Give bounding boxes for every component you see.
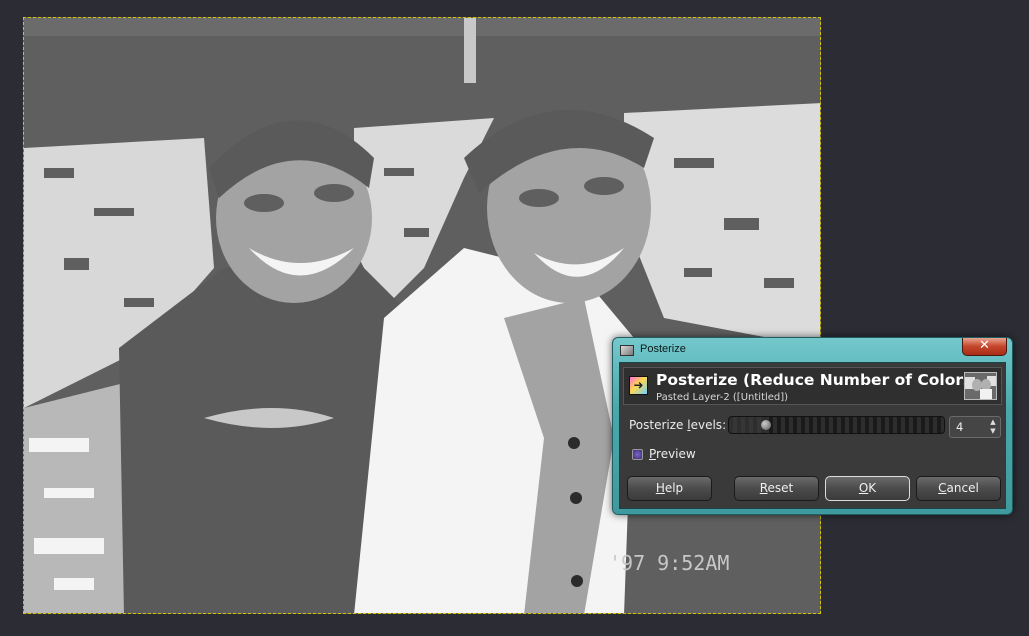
preview-label[interactable]: Preview (649, 447, 696, 461)
slider-handle[interactable] (760, 420, 771, 430)
close-icon: ✕ (979, 338, 990, 353)
spin-up-arrow-icon[interactable]: ▲ (988, 418, 998, 427)
close-button[interactable]: ✕ (962, 338, 1007, 356)
dialog-header: ➜ Posterize (Reduce Number of Colors) Pa… (623, 367, 1002, 405)
reset-button[interactable]: Reset (734, 476, 819, 501)
header-subtitle: Pasted Layer-2 ([Untitled]) (656, 392, 789, 403)
help-button[interactable]: Help (627, 476, 712, 501)
image-layer[interactable]: '97 9:52AM (23, 17, 821, 614)
dialog-title: Posterize (640, 343, 686, 355)
posterize-levels-label: Posterize levels: (629, 418, 727, 432)
posterize-levels-spinbox[interactable]: 4 ▲ ▼ (949, 416, 1001, 438)
dialog-titlebar[interactable]: Posterize ✕ (613, 338, 1012, 362)
posterized-photo: '97 9:52AM (24, 18, 820, 613)
posterize-dialog[interactable]: Posterize ✕ ➜ Posterize (Reduce Number o… (612, 337, 1013, 515)
gimp-window-icon (620, 345, 634, 356)
preview-checkbox[interactable] (632, 449, 643, 460)
ok-button[interactable]: OK (825, 476, 910, 501)
levels-value[interactable]: 4 (956, 420, 963, 434)
spin-down-arrow-icon[interactable]: ▼ (988, 427, 998, 436)
dialog-content: ➜ Posterize (Reduce Number of Colors) Pa… (619, 362, 1006, 509)
photo-date-stamp: '97 9:52AM (609, 551, 729, 575)
header-title: Posterize (Reduce Number of Colors) (656, 371, 980, 389)
image-canvas-area[interactable]: '97 9:52AM (0, 0, 1029, 636)
layer-thumbnail (964, 372, 997, 400)
posterize-filter-icon: ➜ (629, 376, 648, 395)
cancel-button[interactable]: Cancel (916, 476, 1001, 501)
posterize-levels-slider[interactable] (728, 416, 945, 434)
